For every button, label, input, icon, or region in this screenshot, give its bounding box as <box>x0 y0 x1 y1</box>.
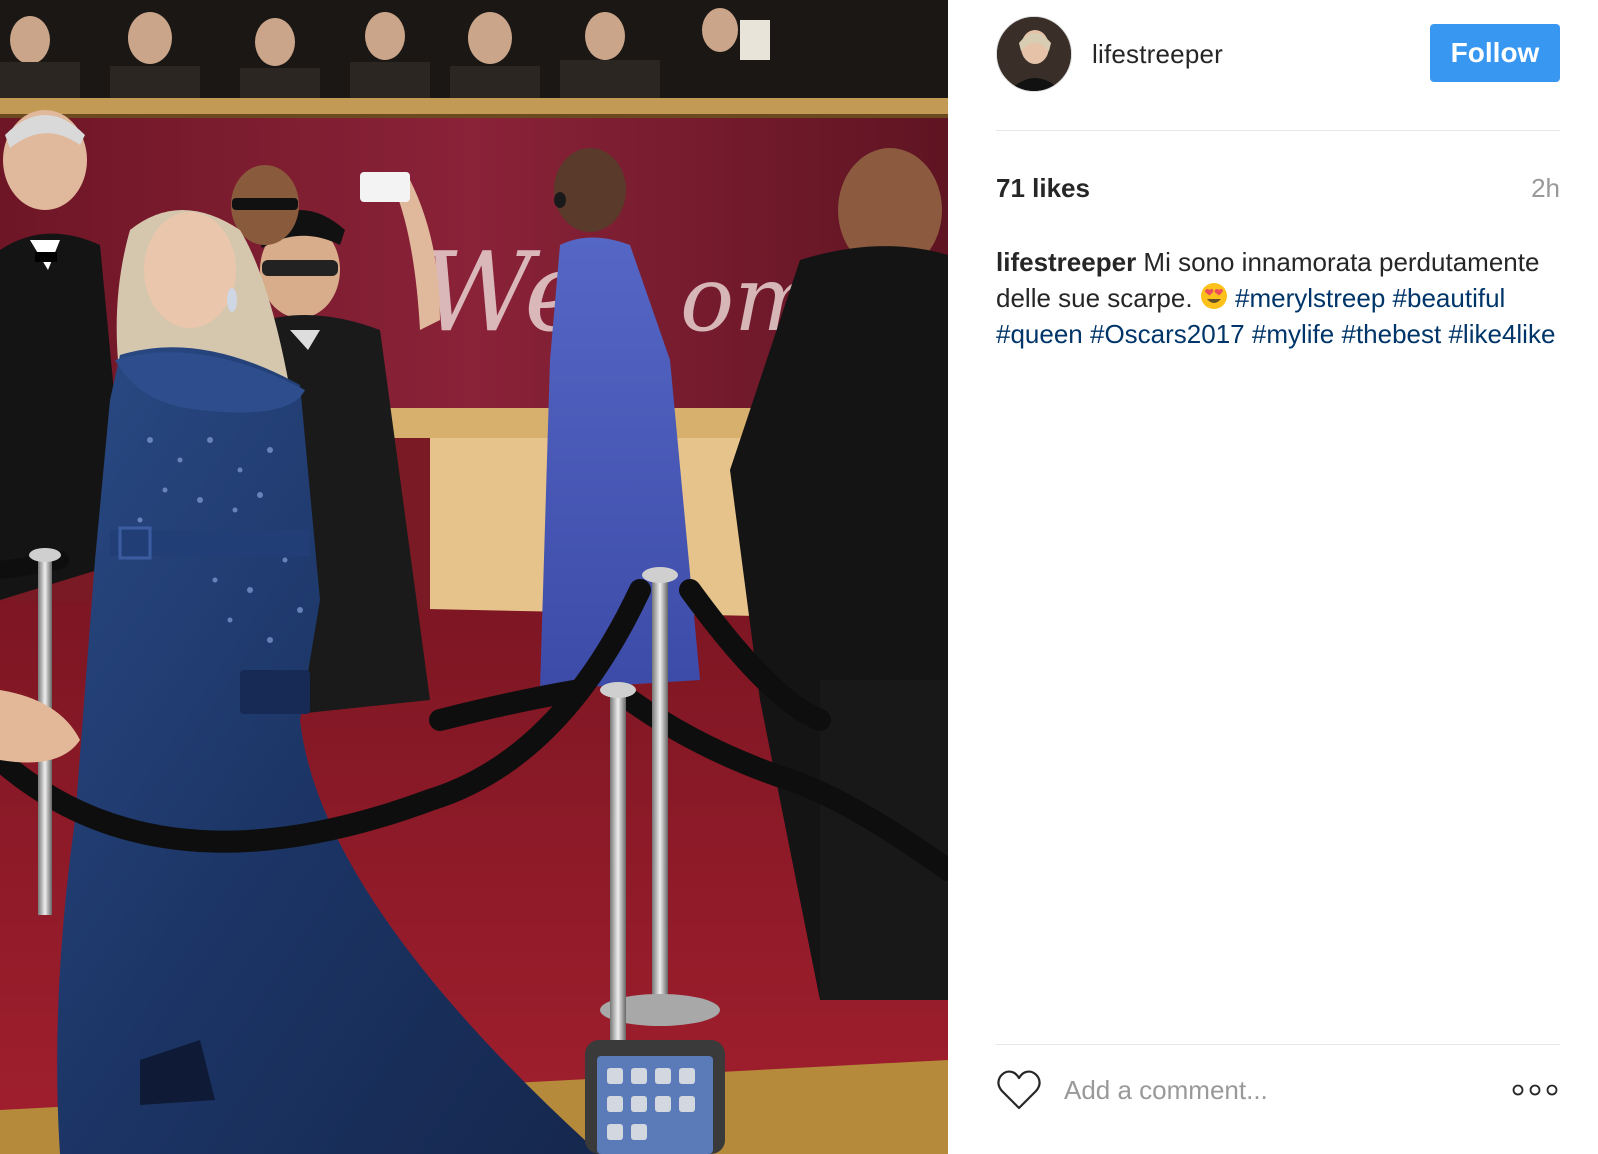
likes-row: 71 likes 2h <box>996 170 1560 206</box>
hashtag-link[interactable]: #beautiful <box>1393 283 1506 313</box>
hashtag-link[interactable]: #mylife <box>1252 319 1334 349</box>
post-sidebar: lifestreeper Follow 71 likes 2h lifestre… <box>948 0 1598 1154</box>
hashtag-link[interactable]: #Oscars2017 <box>1090 319 1245 349</box>
comment-input[interactable] <box>1064 1070 1510 1110</box>
post-header: lifestreeper Follow <box>996 14 1560 94</box>
heart-eyes-emoji-icon <box>1200 283 1227 309</box>
follow-button[interactable]: Follow <box>1430 24 1560 82</box>
hashtag-link[interactable]: #queen <box>996 319 1083 349</box>
hashtag-link[interactable]: #thebest <box>1341 319 1441 349</box>
post-time[interactable]: 2h <box>1531 173 1560 204</box>
red-carpet-photo: We om <box>0 0 948 1154</box>
post-caption: lifestreeper Mi sono innamorata perdutam… <box>996 244 1560 352</box>
divider <box>996 1044 1560 1045</box>
hashtag-link[interactable]: #merylstreep <box>1235 283 1385 313</box>
avatar[interactable] <box>996 16 1072 92</box>
likes-count[interactable]: 71 likes <box>996 173 1090 204</box>
caption-username[interactable]: lifestreeper <box>996 247 1136 277</box>
heart-outline-icon[interactable] <box>996 1068 1042 1112</box>
post-username[interactable]: lifestreeper <box>1092 39 1223 70</box>
comment-bar <box>996 1068 1560 1112</box>
more-options-icon[interactable] <box>1510 1080 1560 1100</box>
divider <box>996 130 1560 131</box>
post-photo[interactable]: We om <box>0 0 948 1154</box>
avatar-image <box>997 17 1071 91</box>
instagram-post: We om lifestreeper Follow 71 likes 2h li… <box>0 0 1598 1154</box>
hashtag-link[interactable]: #like4like <box>1448 319 1555 349</box>
